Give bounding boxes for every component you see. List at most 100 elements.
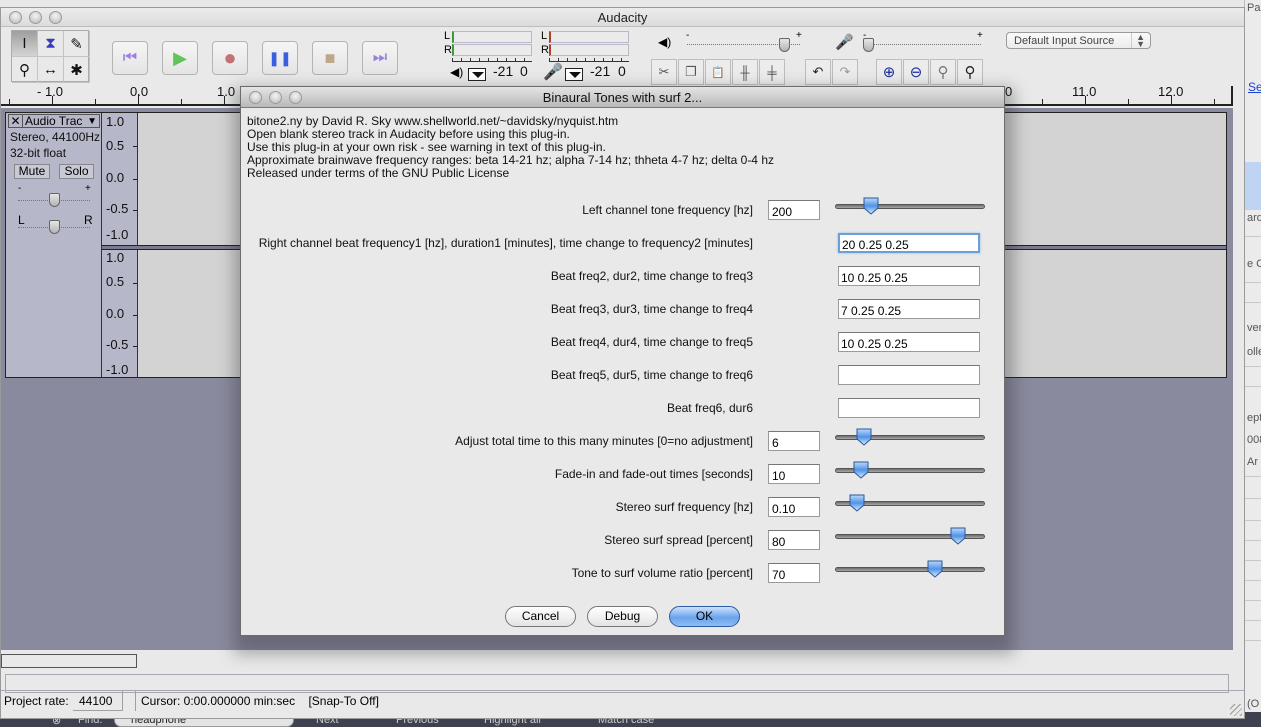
surf-frequency-slider[interactable]: [835, 494, 985, 512]
record-meter-left[interactable]: [549, 31, 629, 43]
beat-freq5-field[interactable]: [838, 365, 980, 385]
playback-meter-scale: [452, 58, 532, 62]
surf-spread-field[interactable]: 80: [768, 530, 820, 550]
output-volume-thumb[interactable]: [778, 38, 790, 52]
draw-tool-button[interactable]: ✎: [64, 31, 90, 57]
resize-grip[interactable]: [1230, 704, 1242, 716]
gain-slider[interactable]: [18, 193, 90, 207]
fade-time-slider[interactable]: [835, 461, 985, 479]
background-text: Ar: [1247, 456, 1258, 468]
pan-slider[interactable]: [18, 220, 90, 234]
volume-ratio-slider[interactable]: [835, 560, 985, 578]
double-arrow-icon: ↔: [43, 61, 58, 78]
paste-button[interactable]: 📋: [705, 59, 731, 85]
silence-button[interactable]: ╪: [759, 59, 785, 85]
horizontal-scrollbar[interactable]: [1, 654, 137, 668]
slider-thumb[interactable]: [863, 197, 879, 215]
selection-tool-button[interactable]: I: [12, 31, 38, 57]
project-rate-label: Project rate:: [4, 694, 69, 708]
slider-thumb[interactable]: [927, 560, 943, 578]
skip-to-end-button[interactable]: ⏭: [362, 41, 398, 75]
asterisk-icon: ✱: [70, 61, 83, 79]
beat-freq4-field[interactable]: 10 0.25 0.25: [838, 332, 980, 352]
envelope-tool-button[interactable]: ⧗: [38, 31, 64, 57]
slider-thumb[interactable]: [950, 527, 966, 545]
total-time-field[interactable]: 6: [768, 431, 820, 451]
status-bar: Project rate: 44100 Cursor: 0:00.000000 …: [1, 690, 1244, 711]
playback-meter-dropdown[interactable]: [468, 68, 486, 81]
beat-freq3-field[interactable]: 7 0.25 0.25: [838, 299, 980, 319]
background-text: ver: [1247, 322, 1261, 334]
slider-thumb[interactable]: [856, 428, 872, 446]
copy-button[interactable]: ❐: [678, 59, 704, 85]
beat-freq1-field[interactable]: 20 0.25 0.25: [838, 233, 980, 253]
zoom-tool-button[interactable]: ⚲: [12, 57, 38, 83]
fit-project-button[interactable]: ⚲: [957, 59, 983, 85]
stop-button[interactable]: ■: [312, 41, 348, 75]
skip-to-end-icon: ⏭: [372, 49, 388, 66]
background-link[interactable]: Se: [1248, 80, 1261, 94]
copy-icon: ❐: [685, 64, 697, 79]
selection-tool-icon: I: [22, 35, 27, 52]
record-meter-dropdown[interactable]: [565, 68, 583, 81]
fade-time-field[interactable]: 10: [768, 464, 820, 484]
volume-ratio-field[interactable]: 70: [768, 563, 820, 583]
redo-button[interactable]: ↷: [832, 59, 858, 85]
skip-to-start-button[interactable]: ⏮: [112, 41, 148, 75]
record-button[interactable]: ●: [212, 41, 248, 75]
record-meter-right[interactable]: [549, 44, 629, 56]
trim-button[interactable]: ╫: [732, 59, 758, 85]
output-volume-slider[interactable]: [687, 38, 800, 52]
surf-spread-slider[interactable]: [835, 527, 985, 545]
background-text: ept: [1247, 412, 1261, 424]
slider-thumb[interactable]: [853, 461, 869, 479]
undo-button[interactable]: ↶: [805, 59, 831, 85]
debug-button[interactable]: Debug: [587, 606, 658, 627]
playback-meter-right[interactable]: [452, 44, 532, 56]
cancel-button[interactable]: Cancel: [505, 606, 576, 627]
meter-left-label: L: [444, 30, 451, 42]
total-time-slider[interactable]: [835, 428, 985, 446]
input-volume-thumb[interactable]: [863, 38, 874, 52]
pencil-icon: ✎: [70, 35, 83, 53]
speaker-icon: ◀): [450, 65, 464, 79]
cursor-position: Cursor: 0:00.000000 min:sec [Snap-To Off…: [135, 691, 1233, 711]
audacity-titlebar: Audacity: [1, 8, 1244, 27]
surf-spread-label: Stereo surf spread [percent]: [604, 533, 753, 547]
track-name-menu[interactable]: ✕ Audio Trac ▼: [8, 114, 100, 128]
record-meter-min: -21: [590, 63, 611, 79]
input-volume-slider[interactable]: [863, 38, 981, 52]
ok-button[interactable]: OK: [669, 606, 740, 627]
track-bit-depth: 32-bit float: [10, 146, 67, 160]
cut-button[interactable]: ✂: [651, 59, 677, 85]
input-source-select[interactable]: Default Input Source ▲ ▼: [1006, 32, 1151, 49]
background-text: (O: [1247, 698, 1260, 710]
close-track-icon[interactable]: ✕: [9, 114, 23, 128]
fit-selection-button[interactable]: ⚲: [930, 59, 956, 85]
vertical-ruler-right-channel: 1.0 0.5 0.0 -0.5 -1.0: [102, 250, 138, 377]
zoom-in-button[interactable]: ⊕: [876, 59, 902, 85]
trim-icon: ╫: [740, 64, 750, 80]
left-tone-field[interactable]: 200: [768, 200, 820, 220]
gain-slider-thumb[interactable]: [48, 193, 60, 207]
output-volume-icon: ◀): [658, 35, 672, 49]
slider-thumb[interactable]: [849, 494, 865, 512]
surf-frequency-field[interactable]: 0.10: [768, 497, 820, 517]
timeshift-tool-button[interactable]: ↔: [38, 57, 64, 83]
dialog-titlebar[interactable]: Binaural Tones with surf 2...: [241, 87, 1004, 108]
beat-freq2-field[interactable]: 10 0.25 0.25: [838, 266, 980, 286]
rec-meter-left-label: L: [541, 30, 548, 42]
beat-freq6-field[interactable]: [838, 398, 980, 418]
playback-meter-left[interactable]: [452, 31, 532, 43]
pan-slider-thumb[interactable]: [48, 220, 60, 234]
left-tone-slider[interactable]: [835, 197, 985, 215]
solo-button[interactable]: Solo: [59, 164, 94, 179]
zoom-out-button[interactable]: ⊖: [903, 59, 929, 85]
multi-tool-button[interactable]: ✱: [64, 57, 90, 83]
select-arrows-icon: ▲ ▼: [1131, 33, 1145, 49]
playback-meter-max: 0: [520, 63, 528, 79]
play-button[interactable]: ▶: [162, 41, 198, 75]
mute-button[interactable]: Mute: [14, 164, 50, 179]
project-rate-field[interactable]: 44100: [73, 691, 123, 711]
pause-button[interactable]: ❚❚: [262, 41, 298, 75]
